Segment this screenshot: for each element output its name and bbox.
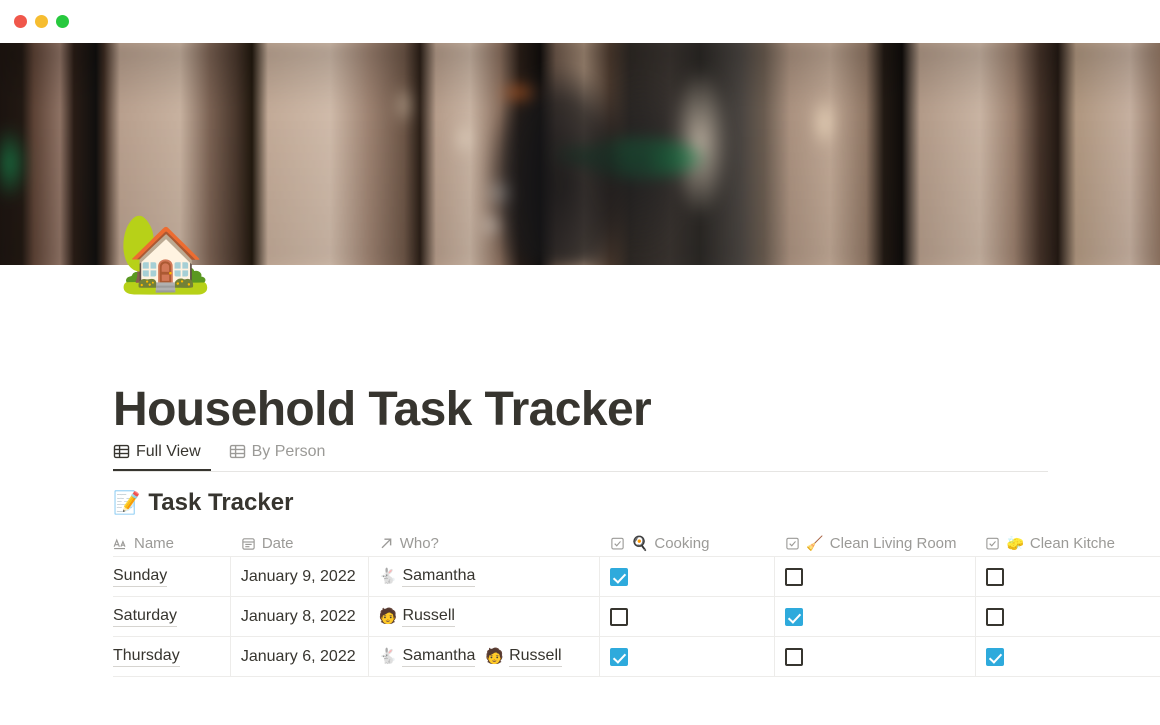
clean-living-room-checkbox[interactable]: [785, 607, 804, 626]
tab-by-person[interactable]: By Person: [229, 434, 336, 471]
table-row[interactable]: Thursday January 6, 2022 🐇 Samantha 🧑 Ru…: [113, 637, 1160, 677]
row-title-link[interactable]: Sunday: [113, 566, 168, 587]
clean-kitchen-checkbox[interactable]: [985, 607, 1004, 626]
page-title: Household Task Tracker: [113, 383, 652, 437]
table-row[interactable]: Sunday January 9, 2022 🐇 Samantha: [113, 557, 1160, 597]
column-header-name[interactable]: Name: [113, 530, 231, 556]
window-titlebar: [0, 0, 1160, 43]
traffic-light-buttons: [14, 15, 69, 28]
column-header-who[interactable]: Who?: [369, 530, 600, 556]
cell-date[interactable]: January 9, 2022: [231, 557, 369, 596]
person-chip-label: Samantha: [402, 646, 476, 667]
person-chip[interactable]: 🐇 Samantha: [379, 646, 476, 667]
broom-emoji-icon: 🧹: [806, 535, 824, 551]
cell-date[interactable]: January 6, 2022: [231, 637, 369, 676]
person-chip-label: Russell: [509, 646, 562, 667]
table-row[interactable]: Saturday January 8, 2022 🧑 Russell: [113, 597, 1160, 637]
app-window: 🏡 Household Task Tracker Full View By Pe…: [0, 0, 1160, 725]
cell-clean-kitchen[interactable]: [976, 557, 1160, 596]
column-header-cooking-label: Cooking: [654, 534, 710, 552]
cell-who[interactable]: 🐇 Samantha 🧑 Russell: [369, 637, 600, 676]
memo-icon: 📝: [113, 490, 141, 515]
cell-clean-living-room[interactable]: [775, 637, 976, 676]
cooking-checkbox[interactable]: [610, 607, 628, 626]
person-emoji-icon: 🧑: [485, 648, 505, 665]
column-header-date-label: Date: [261, 534, 294, 552]
cell-clean-kitchen[interactable]: [976, 637, 1160, 676]
page-body: Household Task Tracker Full View By Pers…: [0, 265, 1160, 725]
maximize-window-button[interactable]: [56, 15, 69, 28]
date-value: January 9, 2022: [240, 567, 356, 585]
database-title[interactable]: 📝 Task Tracker: [113, 489, 293, 517]
text-aa-icon: [113, 536, 128, 551]
clean-kitchen-checkbox[interactable]: [985, 567, 1004, 586]
minimize-window-button[interactable]: [35, 15, 48, 28]
task-tracker-table: Name Date Who? 🍳 Cooking 🧹 Clean Living …: [113, 530, 1160, 677]
database-view-tabs: Full View By Person: [113, 434, 1048, 472]
cell-who[interactable]: 🧑 Russell: [369, 597, 600, 636]
column-header-clean-living-room-label: Clean Living Room: [829, 534, 957, 552]
cell-date[interactable]: January 8, 2022: [231, 597, 369, 636]
column-header-name-label: Name: [134, 534, 175, 552]
tab-full-view[interactable]: Full View: [113, 434, 211, 471]
date-value: January 8, 2022: [240, 607, 356, 625]
cooking-checkbox[interactable]: [610, 647, 628, 666]
column-header-who-label: Who?: [399, 534, 439, 552]
cell-cooking[interactable]: [600, 597, 776, 636]
checkbox-icon: [785, 536, 800, 551]
relation-arrow-icon: [379, 536, 394, 551]
rabbit-emoji-icon: 🐇: [378, 568, 398, 585]
cooking-emoji-icon: 🍳: [630, 535, 649, 551]
clean-living-room-checkbox[interactable]: [785, 647, 804, 666]
column-header-cooking[interactable]: 🍳 Cooking: [600, 530, 775, 556]
checkbox-icon: [610, 536, 625, 551]
rabbit-emoji-icon: 🐇: [378, 648, 398, 665]
checkbox-icon: [985, 536, 1000, 551]
person-chip-label: Samantha: [402, 566, 476, 587]
tab-by-person-label: By Person: [251, 442, 326, 460]
person-chip[interactable]: 🧑 Russell: [485, 646, 562, 667]
page-icon-emoji[interactable]: 🏡: [118, 216, 213, 292]
sponge-emoji-icon: 🧽: [1006, 535, 1024, 551]
table-icon: [113, 443, 130, 460]
row-title-link[interactable]: Saturday: [113, 606, 178, 627]
table-header-row: Name Date Who? 🍳 Cooking 🧹 Clean Living …: [113, 530, 1160, 557]
close-window-button[interactable]: [14, 15, 27, 28]
cell-name[interactable]: Sunday: [113, 557, 231, 596]
tab-full-view-label: Full View: [136, 442, 201, 460]
cell-name[interactable]: Saturday: [113, 597, 231, 636]
clean-kitchen-checkbox[interactable]: [985, 647, 1004, 666]
clean-living-room-checkbox[interactable]: [785, 567, 804, 586]
cell-cooking[interactable]: [600, 637, 776, 676]
cell-clean-living-room[interactable]: [775, 557, 976, 596]
cell-cooking[interactable]: [600, 557, 776, 596]
person-chip[interactable]: 🧑 Russell: [379, 606, 455, 627]
column-header-clean-kitchen[interactable]: 🧽 Clean Kitche: [975, 530, 1160, 556]
table-icon: [229, 443, 246, 460]
date-value: January 6, 2022: [240, 647, 356, 665]
cell-clean-living-room[interactable]: [775, 597, 976, 636]
column-header-clean-living-room[interactable]: 🧹 Clean Living Room: [775, 530, 975, 556]
database-title-label: Task Tracker: [148, 489, 294, 516]
row-title-link[interactable]: Thursday: [113, 646, 180, 667]
person-emoji-icon: 🧑: [378, 608, 398, 625]
person-chip[interactable]: 🐇 Samantha: [379, 566, 476, 587]
cell-name[interactable]: Thursday: [113, 637, 231, 676]
person-chip-label: Russell: [402, 606, 455, 627]
column-header-clean-kitchen-label: Clean Kitche: [1029, 534, 1115, 552]
cell-who[interactable]: 🐇 Samantha: [369, 557, 600, 596]
column-header-date[interactable]: Date: [231, 530, 369, 556]
cell-clean-kitchen[interactable]: [976, 597, 1160, 636]
cooking-checkbox[interactable]: [610, 567, 628, 586]
calendar-icon: [241, 536, 256, 551]
